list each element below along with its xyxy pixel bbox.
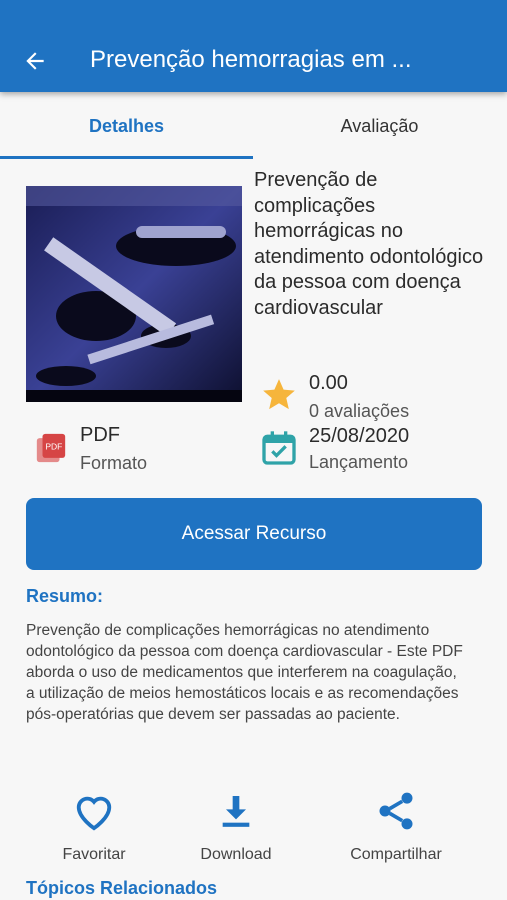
favorite-label: Favoritar: [62, 846, 126, 863]
release-label: Lançamento: [309, 452, 409, 472]
app-bar: Prevenção hemorragias em ...: [0, 0, 507, 92]
svg-text:PDF: PDF: [45, 441, 62, 451]
format-value: PDF: [80, 424, 120, 446]
related-topics-heading: Tópicos Relacionados: [26, 878, 218, 898]
tab-indicator: [0, 156, 253, 159]
back-button[interactable]: [18, 44, 52, 78]
calendar-check-icon: [262, 431, 296, 465]
share-icon: [379, 792, 413, 830]
star-icon: [263, 379, 295, 410]
share-label: Compartilhar: [350, 846, 442, 863]
arrow-left-icon: [26, 52, 44, 70]
tab-detalhes[interactable]: Detalhes: [0, 94, 253, 158]
summary-heading: Resumo:: [26, 586, 104, 606]
rating-count: 0 avaliações: [309, 401, 410, 421]
download-button[interactable]: Download: [166, 788, 306, 864]
format-label: Formato: [80, 453, 148, 473]
tab-avaliacao[interactable]: Avaliação: [253, 94, 506, 158]
share-button[interactable]: Compartilhar: [326, 788, 466, 864]
pdf-icon: PDF: [36, 433, 66, 463]
heart-icon: [76, 796, 112, 831]
resource-title: Prevenção de complicações hemorrágicas n…: [254, 169, 484, 319]
download-label: Download: [200, 846, 272, 863]
resource-thumbnail: [26, 186, 242, 402]
rating-value: 0.00: [309, 372, 348, 394]
summary-text: Prevenção de complicações hemorrágicas n…: [26, 622, 463, 723]
release-date: 25/08/2020: [309, 425, 410, 447]
favorite-button[interactable]: Favoritar: [24, 788, 164, 864]
access-resource-button[interactable]: Acessar Recurso: [26, 498, 482, 570]
tab-bar: Detalhes Avaliação: [0, 94, 507, 160]
download-icon: [222, 796, 250, 827]
page-title: Prevenção hemorragias em ...: [90, 46, 412, 73]
